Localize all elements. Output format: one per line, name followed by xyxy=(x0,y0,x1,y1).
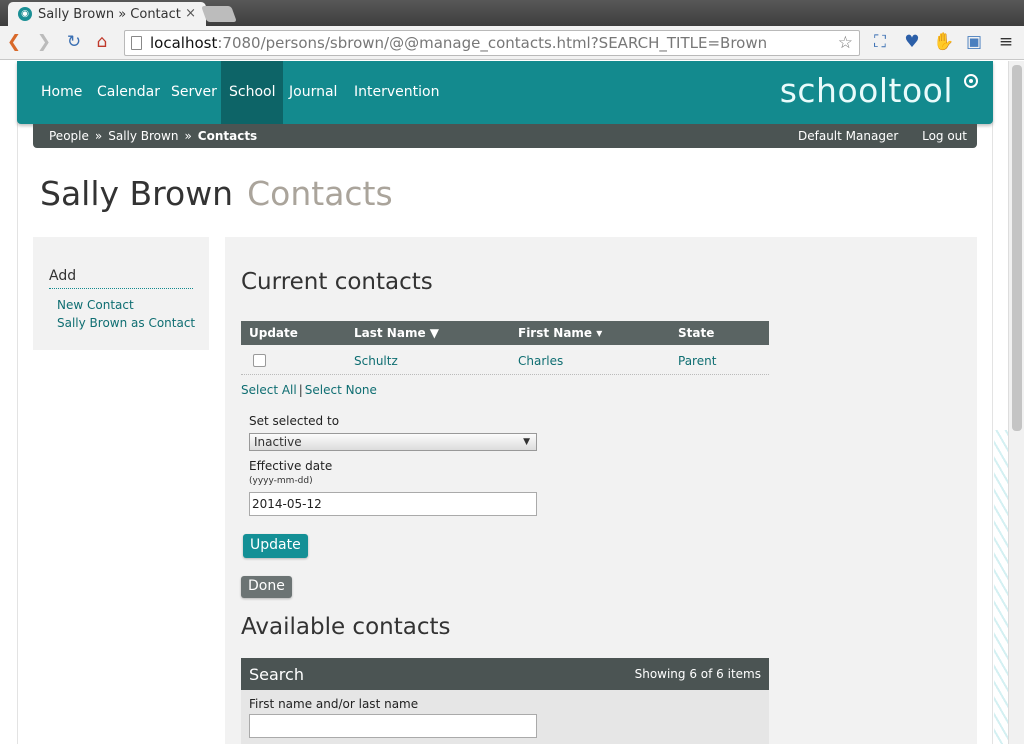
nav-intervention[interactable]: Intervention xyxy=(346,61,447,124)
page-title: Sally Brown Contacts xyxy=(40,174,393,213)
cell-first-name[interactable]: Charles xyxy=(518,354,563,368)
page-title-main: Sally Brown xyxy=(40,174,234,213)
main-content: Current contacts Update Last Name ▼ Firs… xyxy=(225,237,977,744)
selection-links: Select All | Select None xyxy=(241,383,377,397)
adblock-extension-icon[interactable]: ✋ xyxy=(933,32,954,52)
shield-extension-icon[interactable]: ♥ xyxy=(902,32,922,52)
breadcrumb-bar: People » Sally Brown » Contacts Default Mana… xyxy=(33,124,977,148)
home-icon[interactable]: ⌂ xyxy=(92,32,112,52)
nav-home[interactable]: Home xyxy=(33,61,90,124)
user-name-link[interactable]: Default Manager xyxy=(798,129,898,143)
new-tab-button[interactable] xyxy=(201,6,237,22)
name-search-input[interactable] xyxy=(249,714,537,738)
browser-tab[interactable]: ◉ Sally Brown » Contact × xyxy=(8,2,206,26)
breadcrumb-person[interactable]: Sally Brown xyxy=(108,129,178,143)
page-scrollbar[interactable] xyxy=(1008,61,1024,744)
url-path: :7080/persons/sbrown/@@manage_contacts.h… xyxy=(217,34,768,52)
window-extension-icon[interactable]: ▣ xyxy=(964,32,984,52)
breadcrumb-separator: » xyxy=(184,129,192,143)
date-format-hint: (yyyy-mm-dd) xyxy=(249,476,313,486)
results-count: Showing 6 of 6 items xyxy=(634,667,761,681)
nav-server[interactable]: Server xyxy=(163,61,225,124)
breadcrumb-people[interactable]: People xyxy=(49,129,89,143)
user-links: Default Manager Log out xyxy=(778,124,967,148)
logout-link[interactable]: Log out xyxy=(922,129,967,143)
dropdown-arrow-icon: ▼ xyxy=(523,437,530,447)
cell-state[interactable]: Parent xyxy=(678,354,716,368)
selection-divider: | xyxy=(298,383,303,397)
tab-title: Sally Brown » Contact xyxy=(38,6,181,22)
back-icon[interactable]: ❮ xyxy=(4,32,24,52)
search-panel-body: First name and/or last name xyxy=(241,690,769,744)
state-select[interactable]: Inactive ▼ xyxy=(249,433,537,451)
select-none-link[interactable]: Select None xyxy=(305,383,377,397)
select-all-link[interactable]: Select All xyxy=(241,383,297,397)
table-row: Schultz Charles Parent xyxy=(241,345,769,375)
search-title: Search xyxy=(249,665,304,684)
forward-icon[interactable]: ❯ xyxy=(34,32,54,52)
web-page: Home Calendar Server School Journal Inte… xyxy=(0,61,1008,744)
effective-date-field[interactable]: 2014-05-12 xyxy=(249,492,537,516)
browser-toolbar: ❮ ❯ ↻ ⌂ localhost:7080/persons/sbrown/@@… xyxy=(0,26,1024,60)
address-bar[interactable]: localhost:7080/persons/sbrown/@@manage_c… xyxy=(124,30,860,56)
logo-ring-icon xyxy=(964,74,978,88)
schooltool-favicon-icon: ◉ xyxy=(18,7,32,21)
breadcrumb-current: Contacts xyxy=(197,129,258,143)
page-icon xyxy=(131,36,142,50)
nav-calendar[interactable]: Calendar xyxy=(89,61,168,124)
set-selected-label: Set selected to xyxy=(249,414,340,428)
url-host: localhost xyxy=(150,34,218,52)
nav-school[interactable]: School xyxy=(221,61,284,124)
col-first-name[interactable]: First Name ▾ xyxy=(518,326,602,340)
menu-icon[interactable]: ≡ xyxy=(996,32,1016,52)
contacts-table-header: Update Last Name ▼ First Name ▾ State xyxy=(241,321,769,345)
page-left-border xyxy=(17,61,18,744)
col-update: Update xyxy=(249,326,298,340)
page-title-sub: Contacts xyxy=(247,174,393,213)
done-button[interactable]: Done xyxy=(241,576,292,598)
search-panel-header: Search Showing 6 of 6 items xyxy=(241,658,769,690)
tab-close-icon[interactable]: × xyxy=(185,6,196,21)
page-right-border xyxy=(992,61,993,744)
breadcrumb: People » Sally Brown » Contacts xyxy=(49,124,257,148)
col-last-name[interactable]: Last Name ▼ xyxy=(354,326,439,340)
scrollbar-thumb[interactable] xyxy=(1012,65,1022,431)
browser-tab-strip: ◉ Sally Brown » Contact × xyxy=(0,0,1024,26)
nav-journal[interactable]: Journal xyxy=(281,61,345,124)
available-contacts-heading: Available contacts xyxy=(241,614,451,640)
col-state: State xyxy=(678,326,715,340)
self-as-contact-link[interactable]: Sally Brown as Contact xyxy=(57,316,195,330)
new-contact-link[interactable]: New Contact xyxy=(57,298,134,312)
reload-icon[interactable]: ↻ xyxy=(64,32,84,52)
screenshot-extension-icon[interactable]: ⛶ xyxy=(870,32,890,52)
main-nav: Home Calendar Server School Journal Inte… xyxy=(17,61,993,124)
row-checkbox[interactable] xyxy=(253,354,266,367)
schooltool-logo[interactable]: schooltool xyxy=(780,71,953,110)
sidebar: Add New Contact Sally Brown as Contact xyxy=(33,237,209,350)
update-button[interactable]: Update xyxy=(243,534,308,558)
current-contacts-heading: Current contacts xyxy=(241,269,433,295)
sidebar-heading: Add xyxy=(49,268,193,289)
background-pattern xyxy=(994,430,1008,744)
state-select-value: Inactive xyxy=(254,435,302,449)
cell-last-name[interactable]: Schultz xyxy=(354,354,398,368)
bookmark-star-icon[interactable]: ☆ xyxy=(838,33,853,53)
breadcrumb-separator: » xyxy=(94,129,103,143)
effective-date-label: Effective date xyxy=(249,459,333,473)
name-search-label: First name and/or last name xyxy=(249,697,419,711)
